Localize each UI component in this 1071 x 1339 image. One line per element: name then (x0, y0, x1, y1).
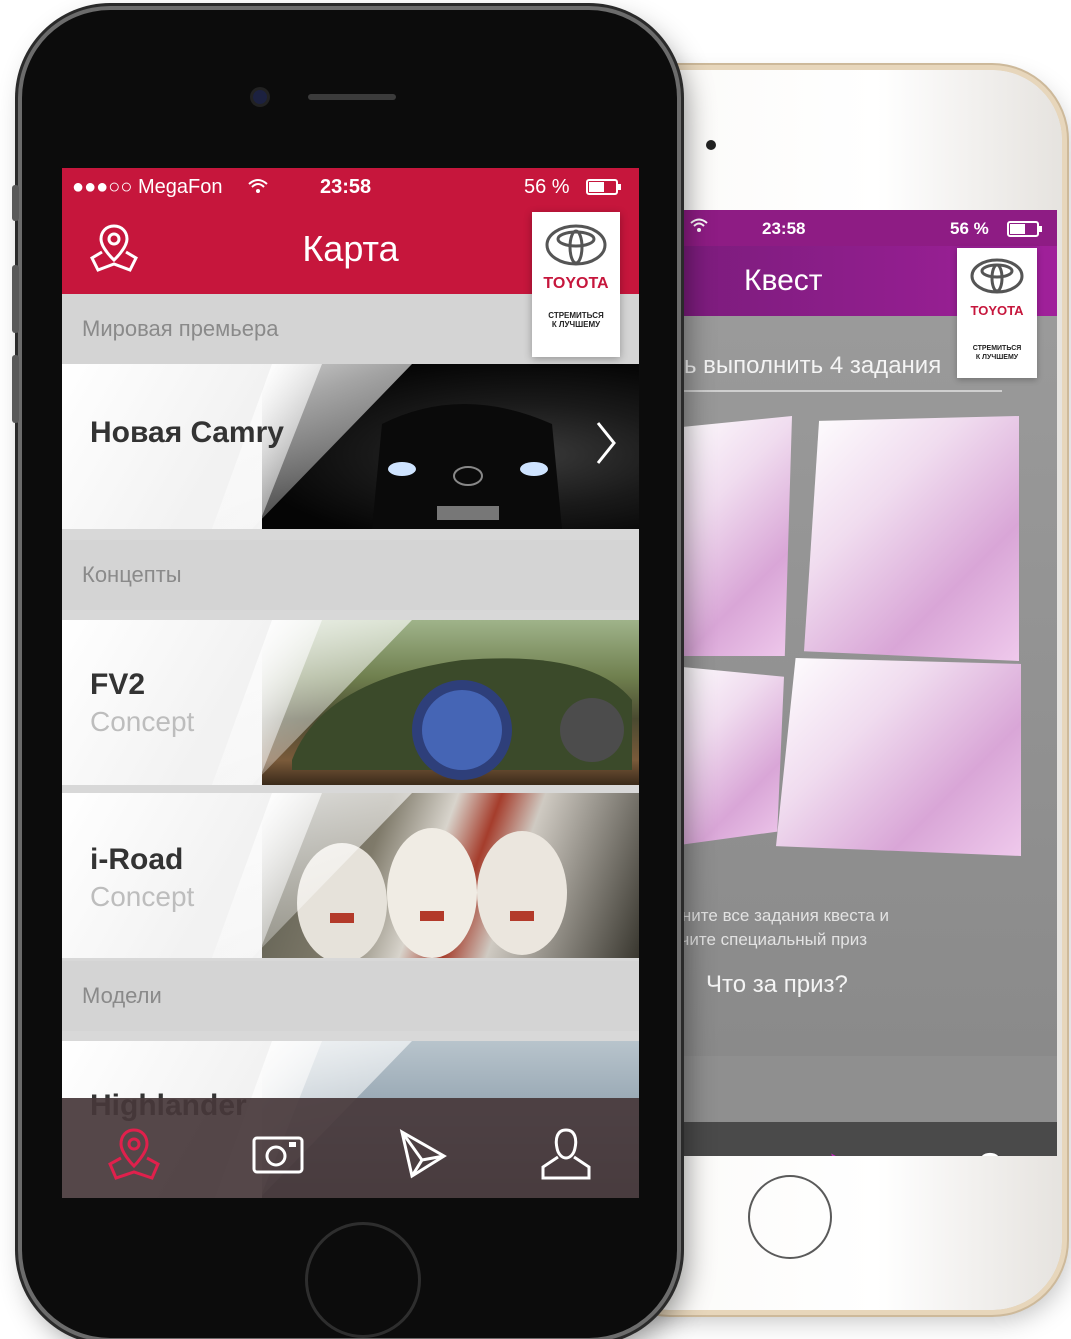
front-camera (253, 90, 267, 104)
brand-tagline: СТРЕМИТЬСЯ К ЛУЧШЕМУ (548, 311, 604, 329)
quest-task-tile[interactable] (672, 416, 792, 656)
toyota-emblem-icon (970, 258, 1024, 294)
section-label: Концепты (82, 562, 182, 587)
status-time: 23:58 (762, 219, 806, 238)
toyota-logo-badge: TOYOTA СТРЕМИТЬСЯ К ЛУЧШЕМУ (532, 212, 620, 357)
battery-icon (1007, 221, 1042, 237)
brand-name: TOYOTA (970, 303, 1024, 318)
brand-name: TOYOTA (543, 275, 609, 292)
section-label: Модели (82, 983, 162, 1008)
model-card-camry[interactable]: Новая Camry (62, 364, 639, 529)
camera-icon[interactable] (694, 1150, 750, 1156)
quest-subtitle: сь выполнить 4 задания (672, 352, 942, 379)
home-button[interactable] (305, 1222, 421, 1338)
user-icon[interactable] (962, 1150, 1018, 1156)
brand-tagline: СТРЕМИТЬСЯ К ЛУЧШЕМУ (972, 345, 1022, 361)
quest-content: сь выполнить 4 задания лните все задания… (672, 316, 1057, 1056)
quest-description-line-1: лните все задания квеста и (672, 906, 890, 925)
user-icon[interactable] (538, 1126, 594, 1182)
map-pin-icon[interactable] (106, 1126, 162, 1182)
card-subtitle: Concept (90, 706, 195, 737)
wifi-icon (690, 218, 708, 237)
model-card-iroad[interactable]: i-Road Concept (62, 793, 639, 958)
quest-task-tile[interactable] (804, 416, 1019, 661)
status-bar: 23:58 56 % (672, 210, 1057, 246)
front-phone: ●●●○○ MegaFon 23:58 56 % Карта Мировая п… (12, 10, 677, 1338)
divider (672, 390, 1002, 392)
model-card-fv2[interactable]: FV2 Concept (62, 620, 639, 785)
volume-up-button (12, 265, 19, 333)
earpiece-speaker (308, 94, 396, 100)
home-button[interactable] (748, 1175, 832, 1259)
battery-icon (586, 179, 621, 195)
battery-percent: 56 % (524, 176, 570, 198)
section-label: Мировая премьера (82, 316, 279, 341)
quest-task-tile[interactable] (776, 658, 1021, 856)
tab-bar (672, 1122, 1057, 1156)
toyota-emblem-icon (545, 224, 607, 266)
carrier-name: ●●●○○ MegaFon (72, 176, 223, 198)
back-phone-screen: 23:58 56 % Квест сь выполнить 4 задания … (672, 210, 1057, 1156)
tab-bar (62, 1098, 639, 1198)
page-title: Квест (744, 264, 823, 297)
status-time: 23:58 (320, 176, 372, 198)
front-camera (706, 140, 716, 150)
card-title: i-Road (90, 843, 184, 876)
status-bar: ●●●○○ MegaFon 23:58 56 % (62, 168, 639, 204)
wifi-icon (248, 177, 268, 200)
front-phone-screen: ●●●○○ MegaFon 23:58 56 % Карта Мировая п… (62, 168, 639, 1198)
quest-description-line-2: учите специальный приз (672, 930, 868, 949)
mute-switch (12, 185, 19, 221)
camera-icon[interactable] (250, 1126, 306, 1182)
section-header: Модели (62, 961, 639, 1031)
volume-down-button (12, 355, 19, 423)
toyota-logo-badge: TOYOTA СТРЕМИТЬСЯ К ЛУЧШЕМУ (957, 248, 1037, 378)
card-title: FV2 (90, 668, 146, 701)
quest-icon[interactable] (827, 1150, 883, 1156)
card-title: Новая Camry (90, 416, 284, 449)
battery-percent: 56 % (950, 219, 989, 238)
card-subtitle: Concept (90, 881, 195, 912)
prize-link[interactable]: Что за приз? (706, 971, 848, 999)
section-header: Концепты (62, 540, 639, 610)
chevron-right-icon (596, 422, 616, 464)
quest-task-tile[interactable] (672, 666, 784, 846)
quest-icon[interactable] (394, 1126, 450, 1182)
